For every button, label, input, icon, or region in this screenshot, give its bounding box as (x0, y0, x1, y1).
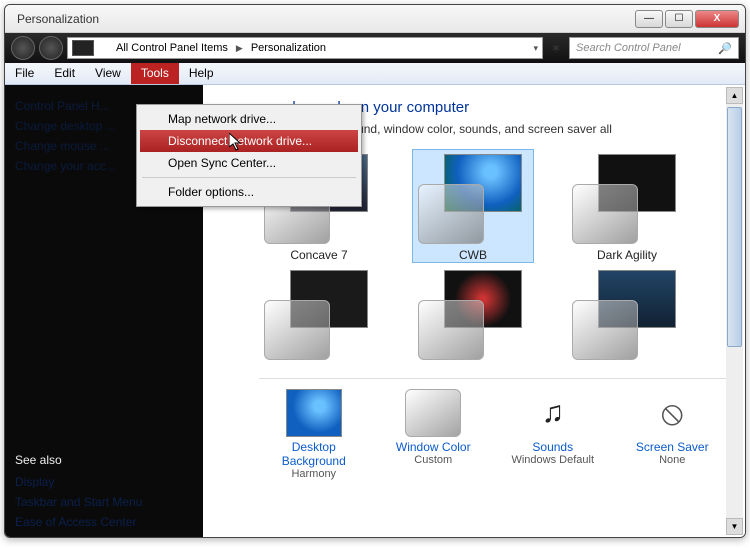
sounds-link[interactable]: Sounds Windows Default (498, 389, 608, 480)
menu-folder-options[interactable]: Folder options... (140, 181, 358, 203)
settings-row: Desktop Background Harmony Window Color … (259, 378, 727, 480)
see-also-header: See also (15, 453, 193, 467)
favorites-icon[interactable]: ✶ (547, 40, 565, 57)
screensaver-icon (644, 389, 700, 437)
sidebar-link-display[interactable]: Display (15, 475, 193, 489)
theme-item[interactable] (259, 266, 379, 364)
screensaver-link[interactable]: Screen Saver None (618, 389, 728, 480)
breadcrumb-item[interactable]: All Control Panel Items (108, 42, 236, 54)
menu-bar: File Edit View Tools Help (5, 63, 745, 85)
wallpaper-icon (286, 389, 342, 437)
back-button[interactable] (11, 36, 35, 60)
sounds-icon (525, 389, 581, 437)
search-input[interactable]: Search Control Panel 🔎 (569, 37, 739, 59)
tools-dropdown: Map network drive... Disconnect network … (136, 104, 362, 207)
breadcrumb-item[interactable]: Personalization (243, 42, 334, 54)
title-bar[interactable]: Personalization — ☐ X (5, 5, 745, 33)
address-bar: All Control Panel Items ▶ Personalizatio… (5, 33, 745, 63)
menu-file[interactable]: File (5, 63, 44, 84)
chevron-right-icon[interactable]: ▶ (236, 43, 243, 54)
window-color-icon (405, 389, 461, 437)
theme-item[interactable] (567, 266, 687, 364)
menu-help[interactable]: Help (179, 63, 224, 84)
menu-open-sync-center[interactable]: Open Sync Center... (140, 152, 358, 174)
desktop-background-link[interactable]: Desktop Background Harmony (259, 389, 369, 480)
maximize-button[interactable]: ☐ (665, 10, 693, 28)
scroll-up-button[interactable]: ▲ (726, 87, 743, 104)
scroll-down-button[interactable]: ▼ (726, 518, 743, 535)
theme-item[interactable] (413, 266, 533, 364)
menu-map-network-drive[interactable]: Map network drive... (140, 108, 358, 130)
menu-edit[interactable]: Edit (44, 63, 85, 84)
sidebar-link-taskbar[interactable]: Taskbar and Start Menu (15, 495, 193, 509)
theme-item[interactable]: Dark Agility (567, 150, 687, 262)
computer-icon (72, 40, 94, 56)
vertical-scrollbar[interactable]: ▲ ▼ (726, 87, 743, 535)
theme-label: Dark Agility (597, 248, 657, 262)
theme-item-selected[interactable]: CWB (413, 150, 533, 262)
theme-label: Concave 7 (290, 248, 347, 262)
menu-tools[interactable]: Tools (131, 63, 179, 84)
mouse-cursor-icon (229, 133, 245, 158)
window-color-link[interactable]: Window Color Custom (379, 389, 489, 480)
forward-button[interactable] (39, 36, 63, 60)
search-placeholder: Search Control Panel (576, 42, 681, 54)
chevron-down-icon[interactable]: ▾ (533, 43, 538, 54)
scrollbar-thumb[interactable] (727, 107, 742, 347)
search-icon[interactable]: 🔎 (718, 42, 732, 55)
window-title: Personalization (17, 12, 635, 26)
menu-disconnect-network-drive[interactable]: Disconnect network drive... (140, 130, 358, 152)
close-button[interactable]: X (695, 10, 739, 28)
menu-view[interactable]: View (85, 63, 131, 84)
breadcrumb[interactable]: All Control Panel Items ▶ Personalizatio… (67, 37, 543, 59)
sidebar-link-ease[interactable]: Ease of Access Center (15, 515, 193, 529)
minimize-button[interactable]: — (635, 10, 663, 28)
explorer-window: Personalization — ☐ X All Control Panel … (4, 4, 746, 538)
menu-separator (142, 177, 356, 178)
theme-label: CWB (459, 248, 487, 262)
